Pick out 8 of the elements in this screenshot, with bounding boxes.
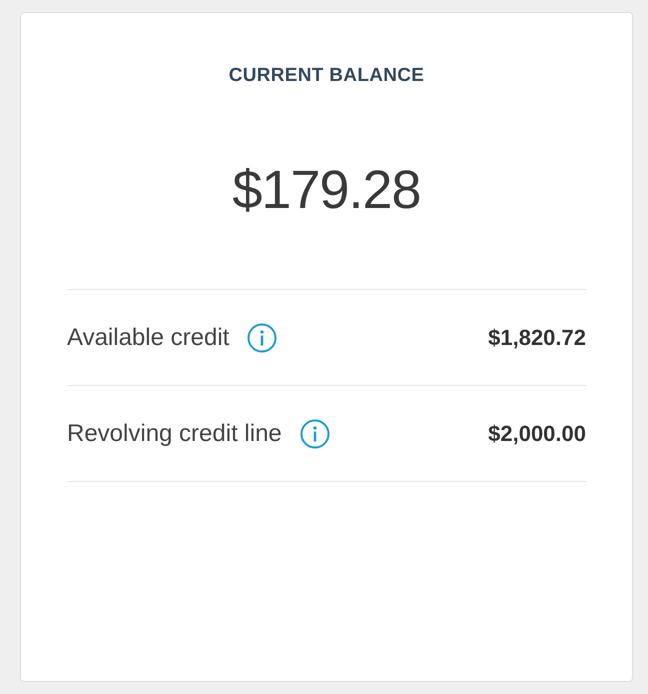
info-icon[interactable]	[300, 418, 330, 448]
info-icon[interactable]	[247, 322, 278, 352]
card-title: CURRENT BALANCE	[228, 65, 426, 87]
row-label: Available credit	[67, 324, 230, 352]
row-value: $2,000.00	[488, 420, 586, 446]
row-value: $1,820.72	[488, 324, 586, 350]
row-label: Revolving credit line	[67, 420, 282, 448]
balance-amount: $179.28	[231, 159, 422, 221]
